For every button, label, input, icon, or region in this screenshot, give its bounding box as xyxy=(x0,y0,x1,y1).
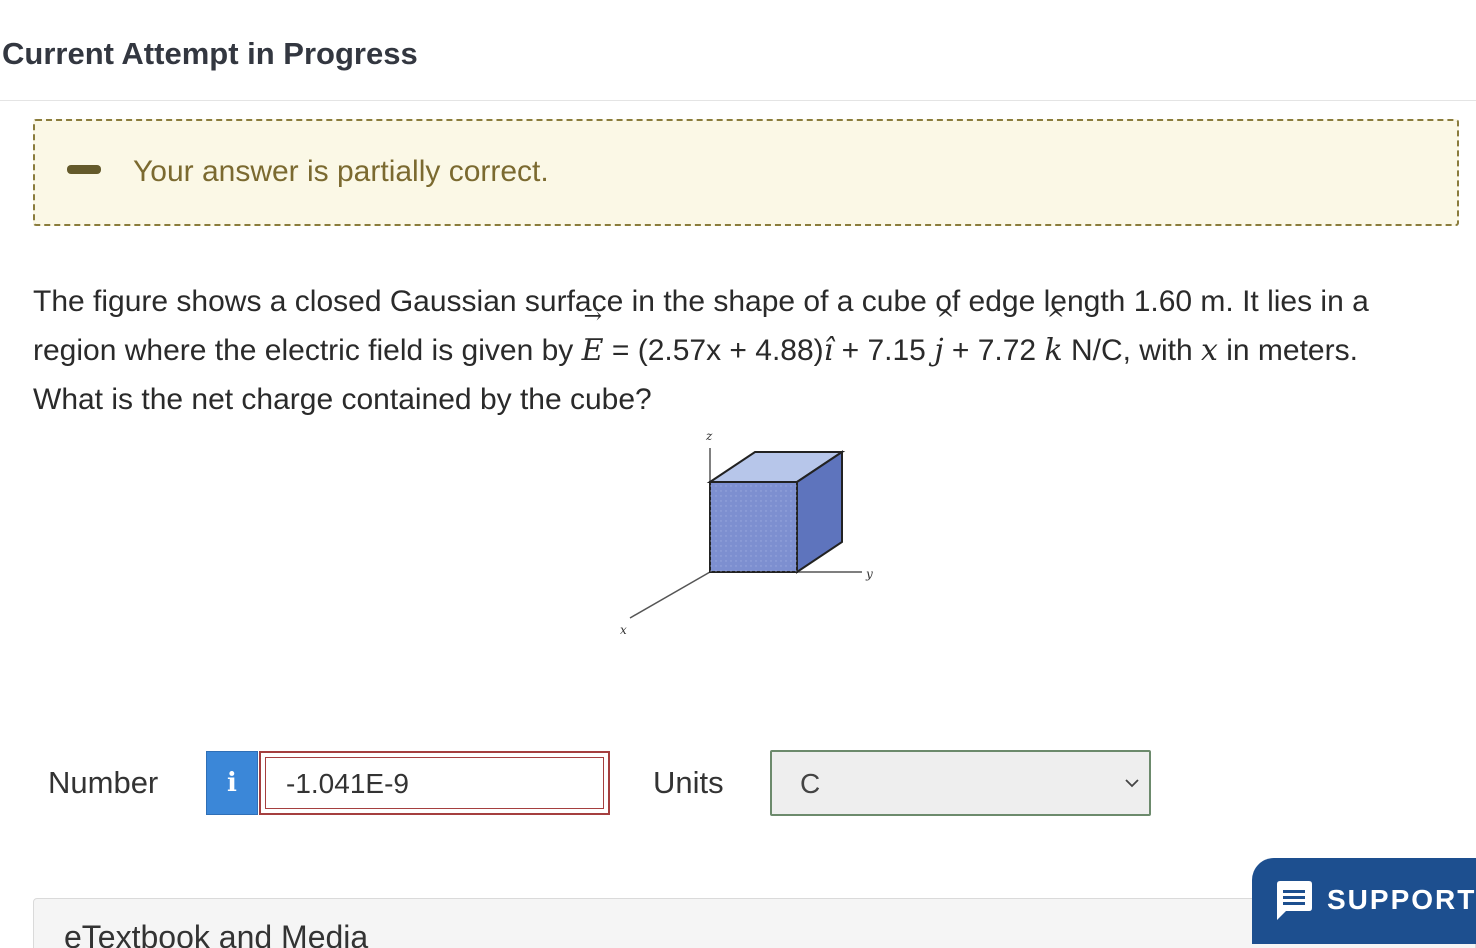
e-field-vector: → E xyxy=(581,306,604,375)
k-hat-symbol: ^ k xyxy=(1044,310,1064,375)
etextbook-label: eTextbook and Media xyxy=(64,919,369,948)
chat-icon xyxy=(1277,881,1312,920)
cube-diagram: z y x xyxy=(620,429,873,637)
header-divider xyxy=(0,100,1476,101)
partial-correct-icon xyxy=(67,165,101,174)
hat-caret-icon: ^ xyxy=(1046,308,1065,333)
z-axis-label: z xyxy=(705,429,713,443)
y-axis-label: y xyxy=(865,567,873,581)
question-text: The figure shows a closed Gaussian surfa… xyxy=(33,277,1453,424)
chevron-down-icon xyxy=(1125,779,1139,788)
field-expression: = (2.57x + 4.88) xyxy=(603,334,824,367)
feedback-message: Your answer is partially correct. xyxy=(133,155,549,188)
e-symbol: E xyxy=(581,333,604,368)
page-title: Current Attempt in Progress xyxy=(2,36,418,71)
vector-arrow-icon: → xyxy=(583,304,603,329)
units-text: N/C, with xyxy=(1062,334,1201,367)
question-line-1: The figure shows a closed Gaussian surfa… xyxy=(33,285,1369,318)
i-hat-symbol: î xyxy=(823,333,834,368)
units-select[interactable]: C xyxy=(770,750,1151,816)
question-line-2: region where the electric field is given… xyxy=(33,306,1453,375)
page: Current Attempt in Progress Your answer … xyxy=(0,0,1476,948)
question-line-3: What is the net charge contained by the … xyxy=(33,383,652,416)
support-label: SUPPORT xyxy=(1327,884,1476,915)
x-axis-label: x xyxy=(620,623,627,637)
support-button[interactable]: SUPPORT xyxy=(1252,858,1476,944)
x-variable: x xyxy=(1200,333,1218,368)
feedback-banner: Your answer is partially correct. xyxy=(33,119,1459,226)
gaussian-cube-figure: z y x xyxy=(600,420,900,650)
units-label: Units xyxy=(653,765,724,800)
number-label: Number xyxy=(48,765,159,800)
k-term: + 7.72 xyxy=(943,334,1045,367)
j-hat-symbol: ^ j xyxy=(934,310,954,375)
j-term: + 7.15 xyxy=(833,334,935,367)
j-letter: j xyxy=(934,333,944,368)
hat-caret-icon: ^ xyxy=(936,308,955,333)
question-line-2-prefix: region where the electric field is given… xyxy=(33,334,582,367)
units-selected-value: C xyxy=(800,768,821,799)
answer-value[interactable]: -1.041E-9 xyxy=(265,757,604,809)
k-letter: k xyxy=(1044,333,1063,368)
units-suffix: in meters. xyxy=(1217,334,1358,367)
info-button[interactable]: i xyxy=(206,751,258,815)
answer-input[interactable]: -1.041E-9 xyxy=(259,751,610,815)
